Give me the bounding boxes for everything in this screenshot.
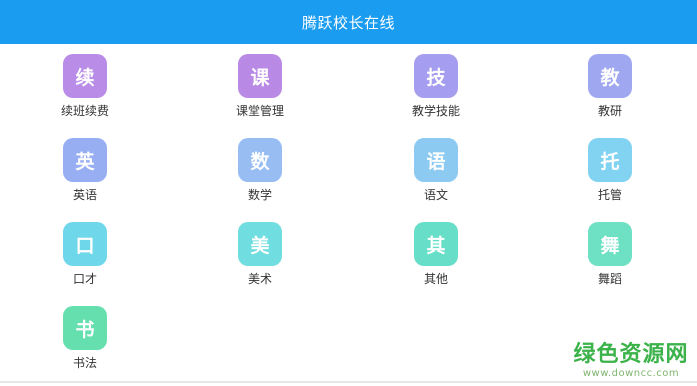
other-icon: 其 <box>414 222 458 266</box>
category-tile-daycare[interactable]: 托 托管 <box>555 138 665 218</box>
category-tile-speech[interactable]: 口 口才 <box>30 222 140 302</box>
watermark-url: www.downcc.com <box>582 368 680 379</box>
classroom-icon: 课 <box>238 54 282 98</box>
daycare-icon: 托 <box>588 138 632 182</box>
speech-icon: 口 <box>63 222 107 266</box>
english-icon: 英 <box>63 138 107 182</box>
category-label: 教研 <box>597 104 622 118</box>
category-tile-classroom[interactable]: 课 课堂管理 <box>205 54 315 134</box>
category-label: 书法 <box>72 356 97 370</box>
category-label: 英语 <box>72 188 97 202</box>
category-label: 教学技能 <box>411 104 460 118</box>
category-label: 语文 <box>423 188 448 202</box>
renewal-icon: 续 <box>63 54 107 98</box>
research-icon: 教 <box>588 54 632 98</box>
category-label: 托管 <box>597 188 622 202</box>
art-icon: 美 <box>238 222 282 266</box>
category-label: 数学 <box>247 188 272 202</box>
watermark-title: 绿色资源网 <box>573 342 689 367</box>
category-label: 续班续费 <box>60 104 109 118</box>
category-tile-math[interactable]: 数 数学 <box>205 138 315 218</box>
dance-icon: 舞 <box>588 222 632 266</box>
category-label: 舞蹈 <box>597 272 622 286</box>
page-title: 腾跃校长在线 <box>301 13 395 32</box>
calligraphy-icon: 书 <box>63 306 107 350</box>
category-label: 其他 <box>423 272 448 286</box>
watermark-logo: 绿色资源网 www.downcc.com <box>571 342 691 379</box>
category-tile-dance[interactable]: 舞 舞蹈 <box>555 222 665 302</box>
category-tile-english[interactable]: 英 英语 <box>30 138 140 218</box>
math-icon: 数 <box>238 138 282 182</box>
category-label: 课堂管理 <box>235 104 284 118</box>
category-tile-art[interactable]: 美 美术 <box>205 222 315 302</box>
category-tile-calligraphy[interactable]: 书 书法 <box>30 306 140 386</box>
category-tile-research[interactable]: 教 教研 <box>555 54 665 134</box>
category-label: 口才 <box>72 272 97 286</box>
app-header: 腾跃校长在线 <box>0 0 697 44</box>
category-tile-other[interactable]: 其 其他 <box>381 222 491 302</box>
category-label: 美术 <box>247 272 272 286</box>
category-tile-teaching-skills[interactable]: 技 教学技能 <box>381 54 491 134</box>
teaching-skills-icon: 技 <box>414 54 458 98</box>
chinese-icon: 语 <box>414 138 458 182</box>
category-tile-chinese[interactable]: 语 语文 <box>381 138 491 218</box>
category-tile-renewal[interactable]: 续 续班续费 <box>30 54 140 134</box>
